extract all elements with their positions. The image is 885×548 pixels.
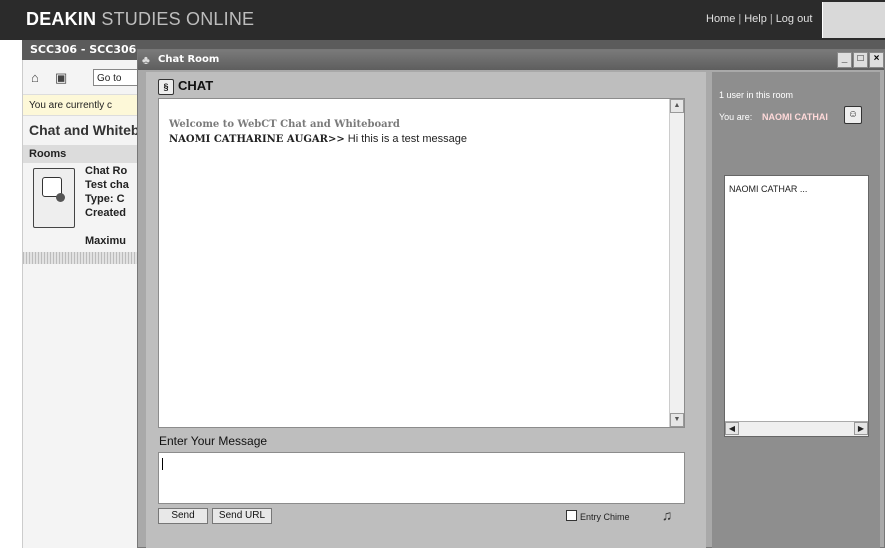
window-app-icon: ♣	[142, 53, 150, 67]
home-link[interactable]: Home	[706, 13, 735, 25]
chat-room-icon[interactable]	[33, 168, 75, 228]
send-button[interactable]: Send	[158, 508, 208, 524]
entry-chime-checkbox[interactable]	[566, 510, 577, 521]
chat-heading: § CHAT	[158, 78, 214, 95]
logout-link[interactable]: Log out	[776, 13, 813, 25]
room-maximum: Maximu	[85, 235, 126, 247]
goto-button[interactable]: Go to	[93, 69, 139, 86]
course-code: SCC306 - SCC306	[30, 43, 137, 56]
chat-message: NAOMI CATHARINE AUGAR>> Hi this is a tes…	[169, 133, 467, 145]
home-icon[interactable]: ⌂	[31, 71, 45, 85]
chat-main-pane: § CHAT Welcome to WebCT Chat and Whitebo…	[146, 72, 706, 548]
chat-room-window: ♣ Chat Room _ □ × § CHAT Welcome to WebCT …	[137, 49, 885, 548]
transcript-scrollbar[interactable]: ▲ ▼	[669, 99, 684, 427]
scroll-up-arrow-icon[interactable]: ▲	[670, 99, 684, 113]
close-button[interactable]: ×	[869, 52, 884, 68]
brand-light: STUDIES ONLINE	[101, 9, 255, 29]
help-link[interactable]: Help	[744, 13, 767, 25]
course-content-panel: ⌂ ▣ Go to You are currently c Chat and W…	[22, 60, 143, 548]
chat-heading-label: CHAT	[178, 78, 214, 93]
dot-icon	[56, 193, 65, 202]
users-count: 1 user in this room	[719, 90, 794, 100]
message-input-label: Enter Your Message	[159, 434, 268, 448]
entry-chime-label: Entry Chime	[580, 512, 630, 522]
course-toolbar: ⌂ ▣ Go to	[23, 68, 143, 90]
window-titlebar[interactable]: ♣ Chat Room _ □ ×	[138, 50, 884, 70]
room-type: Type: C	[85, 193, 125, 205]
top-links: Home | Help | Log out	[706, 13, 812, 25]
portal-logo[interactable]: DEAKIN STUDIES ONLINE	[26, 9, 254, 30]
room-created: Created	[85, 207, 126, 219]
room-description: Test cha	[85, 179, 129, 191]
link-separator: |	[738, 13, 742, 25]
welcome-message: Welcome to WebCT Chat and Whiteboard	[169, 119, 400, 130]
portal-header: DEAKIN STUDIES ONLINE Home | Help | Log out	[0, 0, 885, 40]
user-settings-icon[interactable]: ☺	[844, 106, 862, 124]
link-separator: |	[769, 13, 773, 25]
page-title: Chat and Whiteb	[29, 122, 140, 138]
message-input[interactable]	[158, 452, 685, 504]
text-caret	[162, 458, 163, 470]
maximize-button[interactable]: □	[853, 52, 868, 68]
dotted-divider	[23, 252, 143, 264]
header-panel	[822, 2, 885, 38]
scroll-right-arrow-icon[interactable]: ▶	[854, 422, 868, 435]
you-are-label: You are:	[719, 112, 753, 122]
room-info-pane: 1 user in this room You are: NAOMI CATHA…	[712, 72, 880, 548]
entry-chime-option[interactable]: Entry Chime	[566, 510, 630, 522]
brand-strong: DEAKIN	[26, 9, 97, 29]
send-url-button[interactable]: Send URL	[212, 508, 272, 524]
window-controls: _ □ ×	[836, 52, 884, 68]
scroll-down-arrow-icon[interactable]: ▼	[670, 413, 684, 427]
rooms-header: Rooms	[23, 145, 143, 163]
chat-transcript[interactable]: Welcome to WebCT Chat and Whiteboard NAO…	[158, 98, 685, 428]
location-status: You are currently c	[23, 94, 143, 116]
window-title: Chat Room	[158, 54, 220, 65]
room-details: Chat Ro Test cha Type: C Created Maximu	[85, 164, 143, 248]
message-text: Hi this is a test message	[344, 133, 468, 145]
message-sender: NAOMI CATHARINE AUGAR>>	[169, 134, 345, 145]
sound-icon[interactable]: ♫	[656, 506, 678, 524]
course-map-icon[interactable]: ▣	[55, 71, 69, 85]
room-spacer	[85, 220, 143, 234]
room-name-link[interactable]: Chat Ro	[85, 164, 143, 178]
user-list-item[interactable]: NAOMI CATHAR ...	[729, 184, 807, 194]
user-list[interactable]: NAOMI CATHAR ... ◀ ▶	[724, 175, 869, 437]
chat-icon: §	[158, 79, 174, 95]
user-list-scrollbar[interactable]: ◀ ▶	[725, 421, 868, 436]
scroll-left-arrow-icon[interactable]: ◀	[725, 422, 739, 435]
current-user-name: NAOMI CATHAI	[762, 112, 828, 122]
minimize-button[interactable]: _	[837, 52, 852, 68]
